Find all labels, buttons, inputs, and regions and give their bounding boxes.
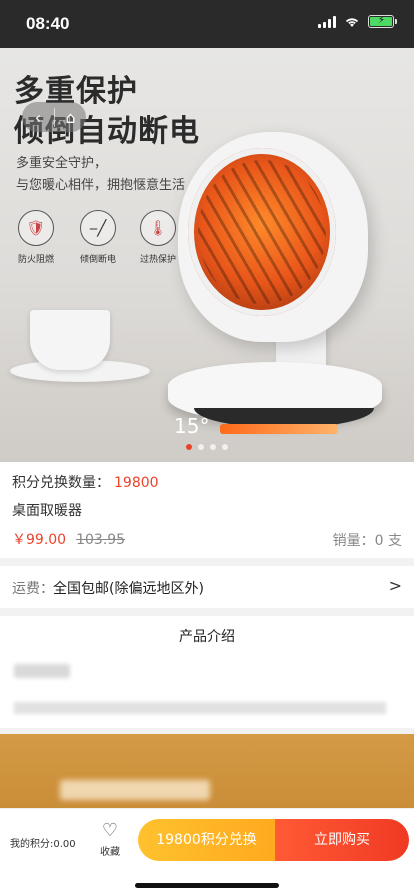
home-icon[interactable]: ⌂ <box>54 107 86 127</box>
shield-fire-icon: 🛡 <box>18 210 54 246</box>
nav-capsule: ‹ ⌂ <box>22 102 86 132</box>
buy-now-button[interactable]: 立即购买 <box>275 819 409 861</box>
carousel-dot[interactable] <box>198 444 204 450</box>
shipping-value: 全国包邮(除偏远地区外) <box>53 581 204 597</box>
status-icons: ⚡ <box>318 15 397 28</box>
temperature-text: 15° <box>174 414 210 438</box>
product-name: 桌面取暖器 <box>12 503 82 519</box>
feature-label: 防火阻燃 <box>17 255 54 265</box>
battery-icon: ⚡ <box>368 15 397 28</box>
points-row: 积分兑换数量： 19800 <box>12 472 159 492</box>
temperature-bar <box>220 424 338 434</box>
feature-tilt-off: ⎯╱ 倾倒断电 <box>66 210 130 265</box>
product-info: 积分兑换数量： 19800 桌面取暖器 ￥99.00 103.95 销量：0 支 <box>0 462 414 558</box>
heart-icon: ♡ <box>101 820 119 841</box>
carousel-dot[interactable] <box>210 444 216 450</box>
favorite-button[interactable]: ♡ 收藏 <box>96 820 124 859</box>
my-points: 我的积分:0.00 <box>10 839 76 850</box>
sales-count: 销量：0 支 <box>332 533 402 549</box>
hero-subtitle-line2: 与您暖心相伴，拥抱惬意生活 <box>16 178 186 193</box>
blurred-logo <box>60 780 210 800</box>
favorite-label: 收藏 <box>100 847 120 858</box>
wifi-icon <box>345 17 359 27</box>
feature-label: 倾倒断电 <box>79 255 116 265</box>
points-label: 积分兑换数量： <box>12 475 110 491</box>
home-indicator <box>135 883 279 888</box>
brand-banner-image <box>0 734 414 816</box>
heater-grille <box>198 160 326 304</box>
price: ￥99.00 <box>12 532 67 548</box>
carousel-dot[interactable] <box>222 444 228 450</box>
chevron-right-icon[interactable]: > <box>389 576 402 595</box>
feature-fireproof: 🛡 防火阻燃 <box>4 210 68 265</box>
shipping-label: 运费： <box>12 581 54 597</box>
blurred-text <box>14 664 70 678</box>
shipping-row[interactable]: 运费： 全国包邮(除偏远地区外) > <box>0 566 414 608</box>
carousel-dot[interactable] <box>186 444 192 450</box>
signal-icon <box>318 15 336 28</box>
status-bar: 08:40 ⚡ <box>0 0 414 48</box>
mug-image <box>30 310 110 370</box>
product-image-carousel[interactable]: 多重保护 倾倒自动断电 ‹ ⌂ 多重安全守护， 与您暖心相伴，拥抱惬意生活 🛡 … <box>0 48 414 462</box>
blurred-text <box>14 702 386 714</box>
thermometer-icon: 🌡 <box>140 210 176 246</box>
original-price: 103.95 <box>76 532 126 548</box>
bottom-action-bar: 我的积分:0.00 ♡ 收藏 19800积分兑换 立即购买 <box>0 808 414 896</box>
points-value: 19800 <box>114 475 159 491</box>
carousel-dots <box>0 444 414 450</box>
status-time: 08:40 <box>26 14 70 33</box>
price-row: ￥99.00 103.95 <box>12 529 125 549</box>
tilt-switch-icon: ⎯╱ <box>80 210 116 246</box>
exchange-button[interactable]: 19800积分兑换 <box>138 819 275 861</box>
hero-subtitle-line1: 多重安全守护， <box>16 156 108 171</box>
back-icon[interactable]: ‹ <box>22 108 54 127</box>
intro-title: 产品介绍 <box>179 629 235 645</box>
